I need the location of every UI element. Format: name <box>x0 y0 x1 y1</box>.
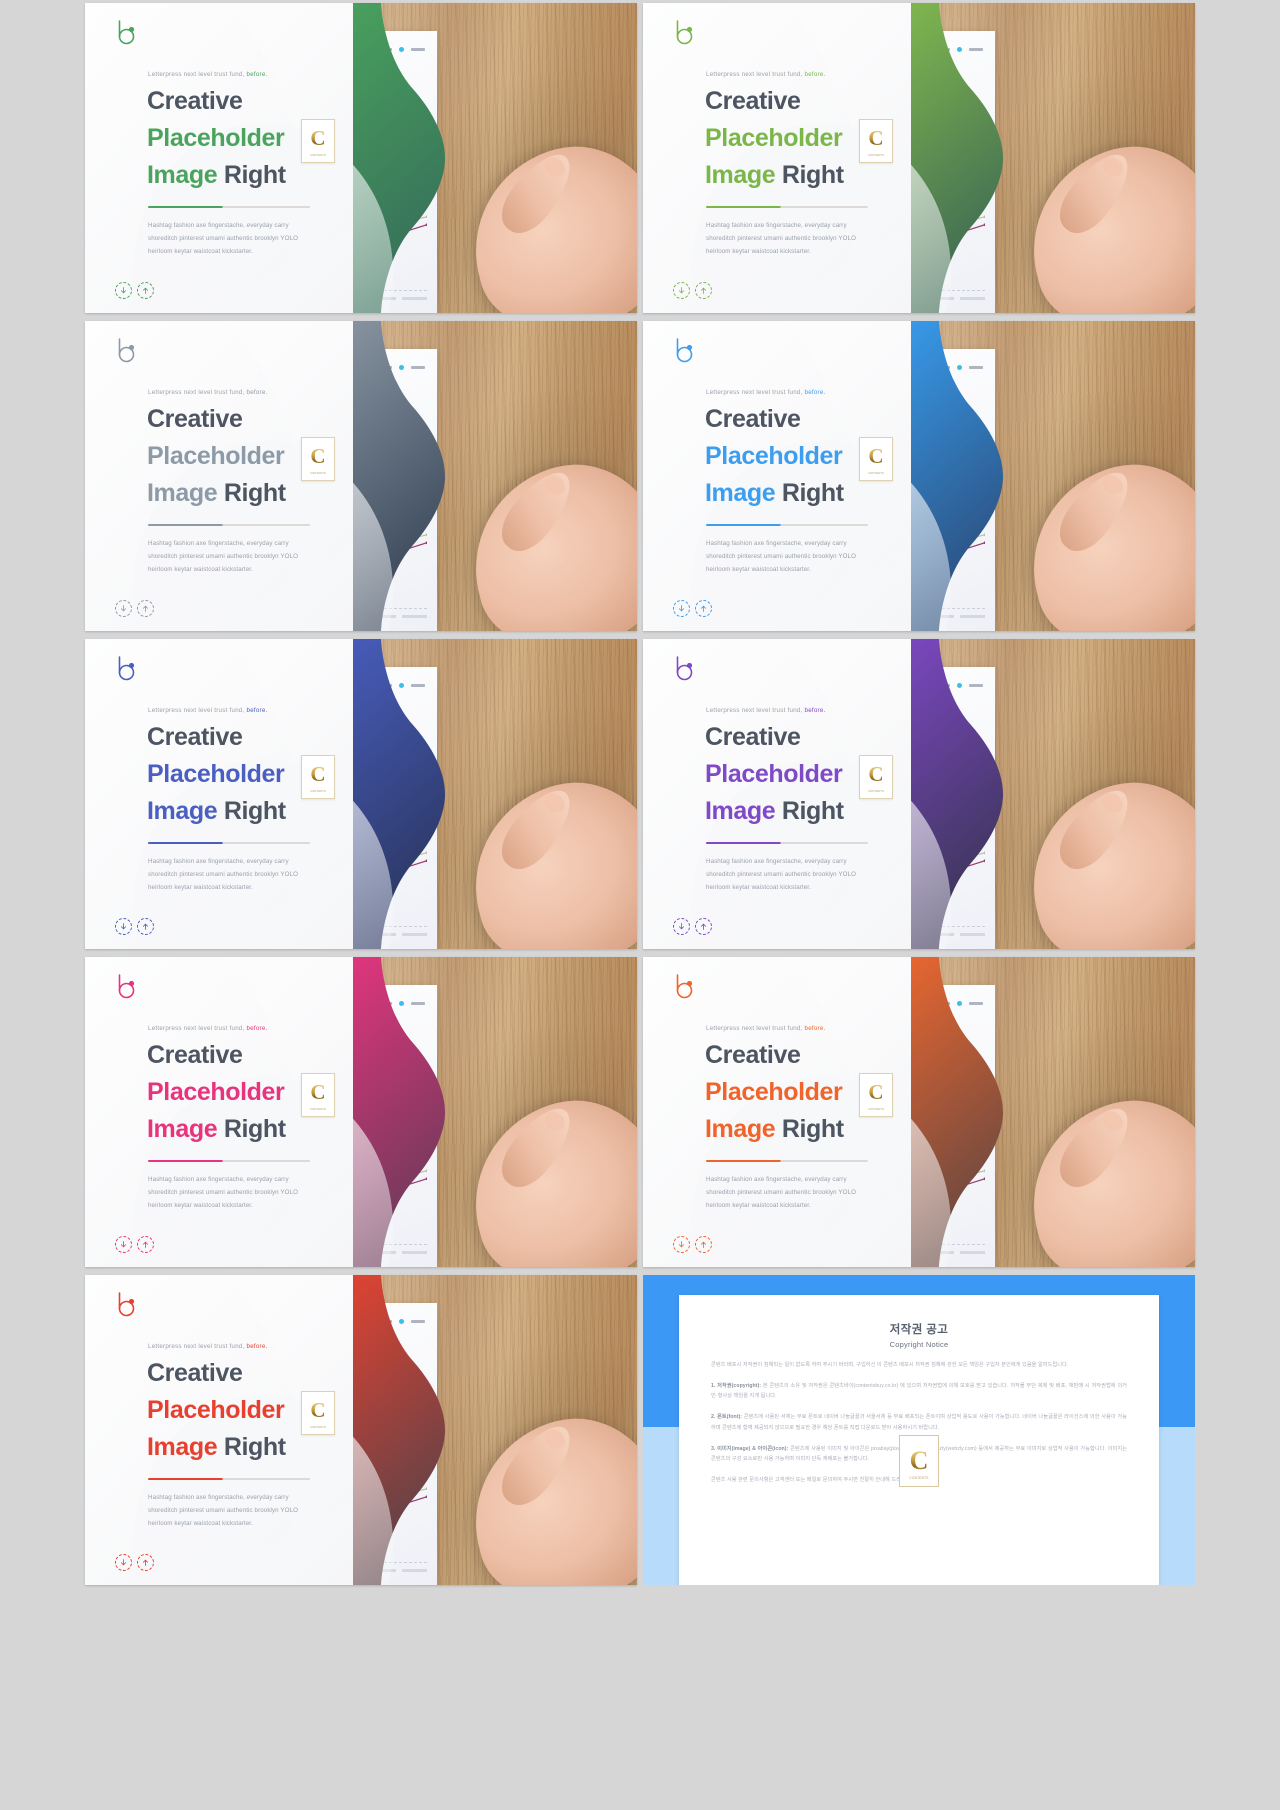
copyright-section-1: 1. 저작권(copyright): 본 콘텐츠의 소유 및 저작권은 콘텐츠바… <box>711 1383 1127 1400</box>
slide-body-text: Hashtag fashion axe fingerstache, everyd… <box>706 222 857 256</box>
copyright-notice-panel: 저작권 공고 Copyright Notice 콘텐츠 배포시 저작권이 침해되는 … <box>643 1275 1195 1585</box>
brand-b-c-logo-icon <box>670 655 698 685</box>
slide-body-text: Hashtag fashion axe fingerstache, everyd… <box>148 222 299 256</box>
upload-arrow-icon[interactable] <box>137 918 154 935</box>
slide-preview-card-indigo[interactable]: Letterpress next level trust fund, befor… <box>85 639 637 949</box>
slide-nav-arrows[interactable] <box>115 282 154 299</box>
slide-nav-arrows[interactable] <box>673 282 712 299</box>
copyright-intro: 콘텐츠 배포시 저작권이 침해되는 일이 없도록 하여 주시기 바라며, 구입하… <box>711 1362 1069 1368</box>
slide-nav-arrows[interactable] <box>673 1236 712 1253</box>
upload-arrow-icon[interactable] <box>137 282 154 299</box>
contents-gold-badge: C CONTENTS <box>301 119 335 163</box>
slide-kicker: Letterpress next level trust fund, befor… <box>148 707 268 714</box>
slide-heading: Creative Placeholder Image Right <box>705 87 844 189</box>
slide-kicker: Letterpress next level trust fund, befor… <box>706 707 826 714</box>
slide-heading: Creative Placeholder Image Right <box>705 1041 844 1143</box>
brand-b-c-logo-icon <box>112 1291 140 1321</box>
slide-preview-card-pink[interactable]: Letterpress next level trust fund, befor… <box>85 957 637 1267</box>
heading-underline-rule <box>148 842 310 844</box>
slide-body-text: Hashtag fashion axe fingerstache, everyd… <box>148 540 299 574</box>
slide-body-text: Hashtag fashion axe fingerstache, everyd… <box>706 540 857 574</box>
heading-underline-rule <box>148 524 310 526</box>
download-arrow-icon[interactable] <box>673 918 690 935</box>
slide-body-text: Hashtag fashion axe fingerstache, everyd… <box>706 858 857 892</box>
template-variant-gallery: Letterpress next level trust fund, befor… <box>0 0 1280 1810</box>
contents-gold-badge: C CONTENTS <box>859 1073 893 1117</box>
download-arrow-icon[interactable] <box>115 1236 132 1253</box>
upload-arrow-icon[interactable] <box>695 282 712 299</box>
slide-preview-card-sky-blue[interactable]: Letterpress next level trust fund, befor… <box>643 321 1195 631</box>
slide-preview-card-green[interactable]: Letterpress next level trust fund, befor… <box>85 3 637 313</box>
brand-b-c-logo-icon <box>670 19 698 49</box>
contents-gold-badge: C CONTENTS <box>859 755 893 799</box>
upload-arrow-icon[interactable] <box>695 1236 712 1253</box>
slide-kicker: Letterpress next level trust fund, befor… <box>148 389 268 396</box>
heading-underline-rule <box>148 206 310 208</box>
download-arrow-icon[interactable] <box>673 600 690 617</box>
slide-heading: Creative Placeholder Image Right <box>147 723 286 825</box>
contents-gold-badge: C CONTENTS <box>859 437 893 481</box>
heading-underline-rule <box>706 524 868 526</box>
download-arrow-icon[interactable] <box>673 282 690 299</box>
brand-b-c-logo-icon <box>112 655 140 685</box>
download-arrow-icon[interactable] <box>673 1236 690 1253</box>
slide-preview-card-olive-green[interactable]: Letterpress next level trust fund, befor… <box>643 3 1195 313</box>
heading-underline-rule <box>706 206 868 208</box>
slide-kicker: Letterpress next level trust fund, befor… <box>706 71 826 78</box>
contents-gold-badge: C CONTENTS <box>301 755 335 799</box>
slide-preview-card-orange[interactable]: Letterpress next level trust fund, befor… <box>643 957 1195 1267</box>
slide-preview-card-red[interactable]: Letterpress next level trust fund, befor… <box>85 1275 637 1585</box>
upload-arrow-icon[interactable] <box>137 1554 154 1571</box>
copyright-title-ko: 저작권 공고 <box>889 1324 949 1336</box>
slide-body-text: Hashtag fashion axe fingerstache, everyd… <box>148 1176 299 1210</box>
contents-gold-badge: C CONTENTS <box>859 119 893 163</box>
slide-kicker: Letterpress next level trust fund, befor… <box>148 1343 268 1350</box>
slide-kicker: Letterpress next level trust fund, befor… <box>148 71 268 78</box>
slide-heading: Creative Placeholder Image Right <box>705 723 844 825</box>
slide-heading: Creative Placeholder Image Right <box>147 1041 286 1143</box>
slide-nav-arrows[interactable] <box>115 600 154 617</box>
contents-gold-watermark: C CONTENTS <box>899 1435 939 1487</box>
heading-underline-rule <box>706 842 868 844</box>
heading-underline-rule <box>148 1478 310 1480</box>
copyright-title-en: Copyright Notice <box>889 1340 949 1349</box>
brand-b-c-logo-icon <box>670 337 698 367</box>
slide-nav-arrows[interactable] <box>115 918 154 935</box>
heading-underline-rule <box>148 1160 310 1162</box>
slide-body-text: Hashtag fashion axe fingerstache, everyd… <box>148 858 299 892</box>
brand-b-c-logo-icon <box>112 19 140 49</box>
heading-underline-rule <box>706 1160 868 1162</box>
upload-arrow-icon[interactable] <box>695 918 712 935</box>
slide-heading: Creative Placeholder Image Right <box>705 405 844 507</box>
copyright-section-2: 2. 폰트(font): 콘텐츠에 사용된 서체는 무료 폰트로 네이버 나눔글… <box>711 1414 1127 1431</box>
download-arrow-icon[interactable] <box>115 1554 132 1571</box>
slide-heading: Creative Placeholder Image Right <box>147 1359 286 1461</box>
contents-gold-badge: C CONTENTS <box>301 437 335 481</box>
download-arrow-icon[interactable] <box>115 282 132 299</box>
slide-body-text: Hashtag fashion axe fingerstache, everyd… <box>148 1494 299 1528</box>
slide-nav-arrows[interactable] <box>673 600 712 617</box>
brand-b-c-logo-icon <box>112 337 140 367</box>
slide-nav-arrows[interactable] <box>115 1236 154 1253</box>
brand-b-c-logo-icon <box>112 973 140 1003</box>
slide-preview-card-slate-gray[interactable]: Letterpress next level trust fund, befor… <box>85 321 637 631</box>
contents-gold-badge: C CONTENTS <box>301 1073 335 1117</box>
upload-arrow-icon[interactable] <box>137 1236 154 1253</box>
slide-heading: Creative Placeholder Image Right <box>147 405 286 507</box>
slide-heading: Creative Placeholder Image Right <box>147 87 286 189</box>
upload-arrow-icon[interactable] <box>695 600 712 617</box>
download-arrow-icon[interactable] <box>115 600 132 617</box>
slide-kicker: Letterpress next level trust fund, befor… <box>706 1025 826 1032</box>
upload-arrow-icon[interactable] <box>137 600 154 617</box>
slide-kicker: Letterpress next level trust fund, befor… <box>706 389 826 396</box>
slide-body-text: Hashtag fashion axe fingerstache, everyd… <box>706 1176 857 1210</box>
slide-nav-arrows[interactable] <box>115 1554 154 1571</box>
download-arrow-icon[interactable] <box>115 918 132 935</box>
slide-preview-card-purple[interactable]: Letterpress next level trust fund, befor… <box>643 639 1195 949</box>
slide-nav-arrows[interactable] <box>673 918 712 935</box>
slide-kicker: Letterpress next level trust fund, befor… <box>148 1025 268 1032</box>
brand-b-c-logo-icon <box>670 973 698 1003</box>
contents-gold-badge: C CONTENTS <box>301 1391 335 1435</box>
copyright-sheet: 저작권 공고 Copyright Notice 콘텐츠 배포시 저작권이 침해되는 … <box>679 1295 1159 1585</box>
